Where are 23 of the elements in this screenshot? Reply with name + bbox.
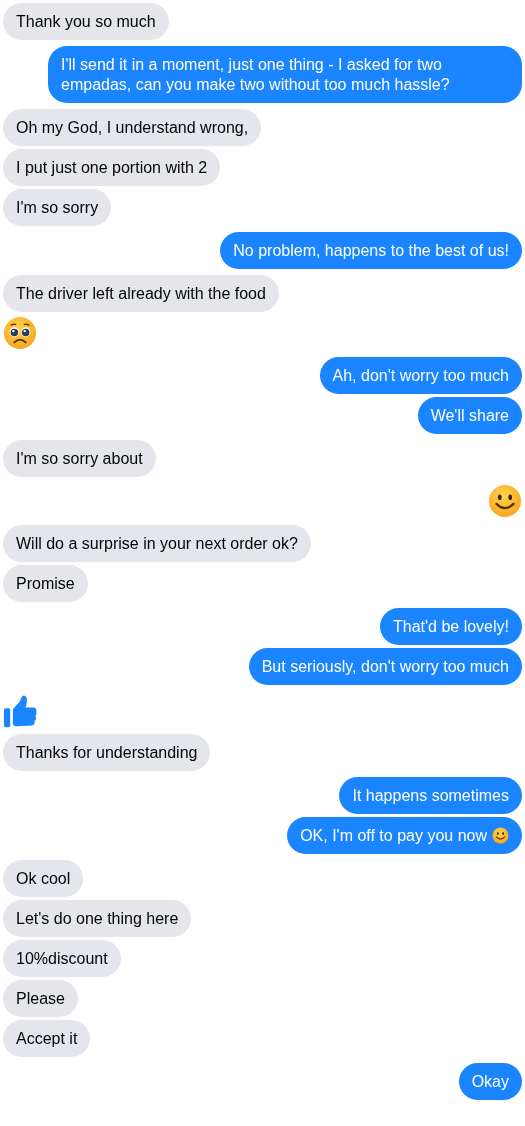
message-bubble: I put just one portion with 2 xyxy=(3,149,221,186)
message-bubble: Will do a surprise in your next order ok? xyxy=(3,525,311,562)
message-bubble: OK, I'm off to pay you now xyxy=(287,817,522,854)
message-bubble: 10%discount xyxy=(3,940,121,977)
message-bubble: That'd be lovely! xyxy=(380,608,522,645)
message-bubble: Accept it xyxy=(3,1020,91,1057)
message-bubble: I'll send it in a moment, just one thing - I asked for two empadas, can you make two without too much hassle? xyxy=(48,46,522,103)
message-bubble: I'm so sorry about xyxy=(3,440,156,477)
message-bubble: Promise xyxy=(3,565,88,602)
message-bubble: Ok cool xyxy=(3,860,84,897)
message-bubble: Thank you so much xyxy=(3,3,169,40)
message-bubble: Oh my God, I understand wrong, xyxy=(3,109,262,146)
message-bubble: No problem, happens to the best of us! xyxy=(220,232,522,269)
message-bubble: The driver left already with the food xyxy=(3,275,279,312)
message-bubble: Let's do one thing here xyxy=(3,900,192,937)
message-bubble: But seriously, don't worry too much xyxy=(248,648,522,685)
message-bubble: Ah, don't worry too much xyxy=(319,357,522,394)
message-bubble: Please xyxy=(3,980,78,1017)
message-bubble: It happens sometimes xyxy=(339,777,522,814)
message-bubble: We'll share xyxy=(417,397,522,434)
message-bubble: I'm so sorry xyxy=(3,189,112,226)
message-bubble: Thanks for understanding xyxy=(3,734,211,771)
message-bubble: Okay xyxy=(458,1063,522,1100)
